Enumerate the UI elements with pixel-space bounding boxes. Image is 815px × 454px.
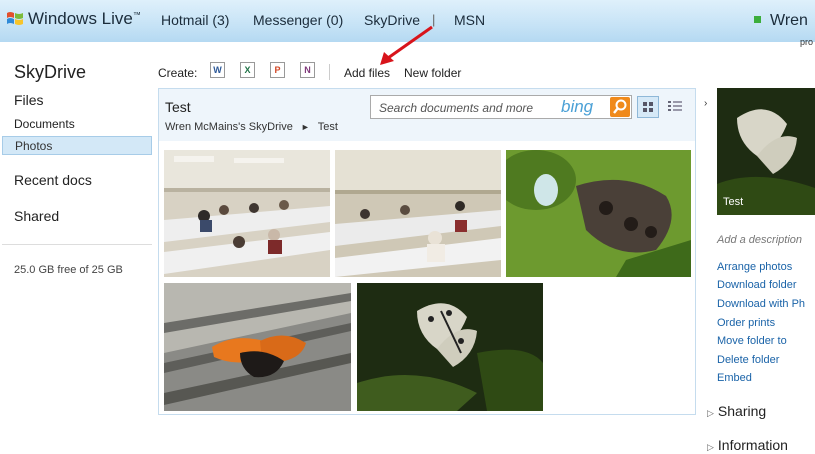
delete-folder-link[interactable]: Delete folder: [717, 354, 779, 366]
search-box: bing: [370, 95, 632, 119]
sidebar-divider: [2, 244, 152, 245]
expand-triangle-icon: ▷: [707, 442, 714, 452]
folder-header: Test Wren McMains's SkyDrive ► Test bing: [159, 89, 695, 141]
classroom-photo-image: [164, 150, 330, 277]
details-view-button[interactable]: [665, 96, 687, 118]
user-menu[interactable]: Wren: [754, 12, 808, 30]
photo-classroom-2[interactable]: [335, 150, 501, 277]
photo-paper-kite-butterfly[interactable]: [357, 283, 543, 411]
sidebar-item-shared[interactable]: Shared: [14, 208, 59, 224]
user-name: Wren: [770, 12, 808, 29]
information-label: Information: [717, 437, 788, 453]
onenote-doc-icon[interactable]: N: [300, 62, 315, 78]
folder-cover-thumbnail[interactable]: Test: [717, 88, 815, 215]
word-doc-icon[interactable]: W: [210, 62, 225, 78]
nav-msn[interactable]: MSN: [454, 12, 485, 28]
photo-classroom-1[interactable]: [164, 150, 330, 277]
search-button[interactable]: [610, 97, 630, 117]
folder-title: Test: [165, 99, 191, 115]
download-with-photo-gallery-link[interactable]: Download with Ph: [717, 298, 805, 310]
butterfly-photo-image: [357, 283, 543, 411]
search-input[interactable]: [377, 100, 551, 116]
sidebar-item-photos-label: Photos: [15, 139, 53, 153]
nav-messenger[interactable]: Messenger (0): [253, 12, 343, 28]
move-folder-link[interactable]: Move folder to: [717, 335, 787, 347]
sharing-section-toggle[interactable]: ▷ Sharing: [707, 403, 766, 419]
sidebar-title[interactable]: SkyDrive: [14, 62, 86, 83]
breadcrumb-separator-icon: ►: [300, 122, 310, 132]
brand-tm: ™: [132, 10, 141, 20]
photo-owl-butterfly[interactable]: [506, 150, 691, 277]
photo-orange-butterfly[interactable]: [164, 283, 351, 411]
windows-flag-icon: [7, 12, 23, 25]
bing-logo: bing: [561, 97, 594, 116]
grid-view-icon: [643, 102, 653, 112]
sidebar-item-files[interactable]: Files: [14, 92, 44, 108]
windows-live-logo[interactable]: Windows Live™: [6, 9, 141, 29]
toolbar-divider: [329, 64, 330, 80]
breadcrumb-root[interactable]: Wren McMains's SkyDrive: [165, 121, 293, 133]
create-label: Create:: [158, 66, 198, 80]
list-view-icon: [668, 101, 682, 111]
breadcrumb: Wren McMains's SkyDrive ► Test: [165, 121, 338, 133]
breadcrumb-current: Test: [317, 121, 338, 133]
sidebar-item-documents[interactable]: Documents: [14, 117, 75, 131]
classroom-photo-image: [335, 150, 501, 277]
user-profile-link[interactable]: pro: [800, 37, 813, 47]
expand-triangle-icon: ▷: [707, 408, 714, 418]
collapse-pane-icon[interactable]: ›: [704, 98, 707, 109]
thumbnail-view-button[interactable]: [637, 96, 659, 118]
brand-text: Windows Live: [28, 9, 133, 28]
online-status-icon: [754, 16, 761, 23]
excel-doc-icon[interactable]: X: [240, 62, 255, 78]
search-icon: [613, 99, 627, 114]
sidebar-item-recent-docs[interactable]: Recent docs: [14, 172, 92, 188]
download-folder-link[interactable]: Download folder: [717, 279, 797, 291]
information-section-toggle[interactable]: ▷ Information: [707, 437, 788, 453]
sharing-label: Sharing: [717, 403, 767, 419]
butterfly-photo-image: [164, 283, 351, 411]
thumbnail-caption: Test: [723, 196, 744, 208]
nav-hotmail[interactable]: Hotmail (3): [161, 12, 229, 28]
add-description-link[interactable]: Add a description: [717, 234, 802, 246]
arrange-photos-link[interactable]: Arrange photos: [717, 261, 792, 273]
annotation-arrow-icon: [380, 25, 433, 65]
embed-link[interactable]: Embed: [717, 372, 752, 384]
order-prints-link[interactable]: Order prints: [717, 317, 775, 329]
powerpoint-doc-icon[interactable]: P: [270, 62, 285, 78]
sidebar-item-photos[interactable]: Photos: [2, 136, 152, 155]
storage-status: 25.0 GB free of 25 GB: [14, 264, 123, 276]
butterfly-photo-image: [506, 150, 691, 277]
